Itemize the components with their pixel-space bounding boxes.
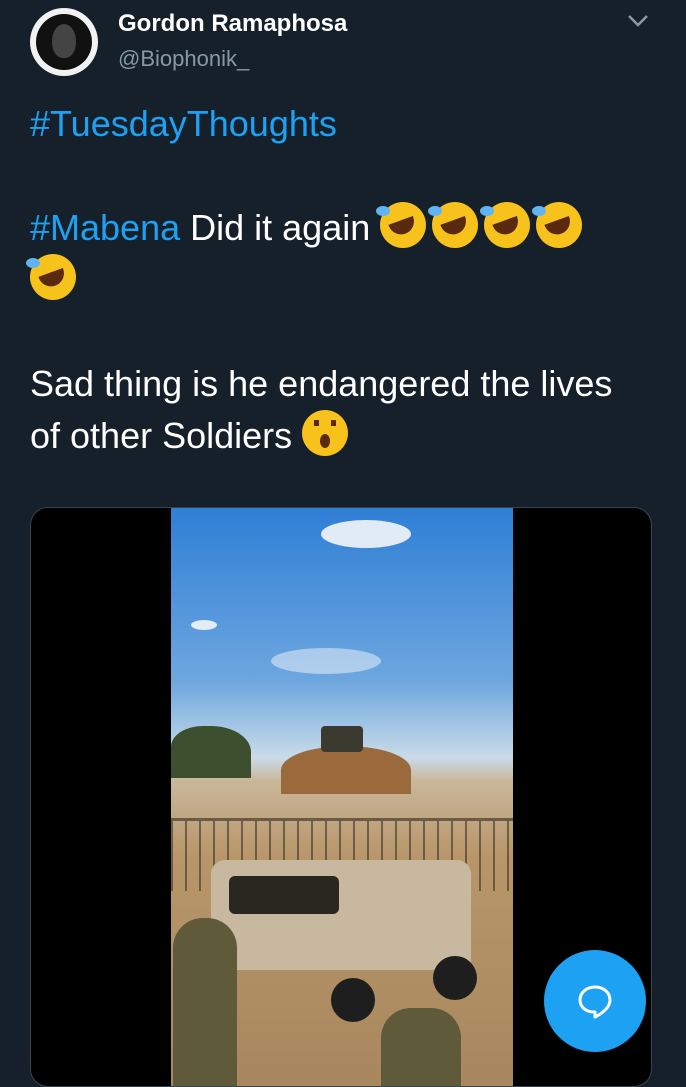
video-frame[interactable]: [171, 508, 513, 1086]
truck-wheel: [433, 956, 477, 1000]
hushed-face-emoji-icon: [302, 410, 349, 456]
laughing-emoji-icon: [376, 202, 427, 248]
tweet-header: Gordon Ramaphosa @Biophonik_: [0, 0, 686, 90]
hashtag-mabena[interactable]: #Mabena: [30, 207, 180, 248]
tweet-text-line2: Did it again: [180, 207, 381, 248]
soldier: [173, 918, 237, 1086]
chevron-down-icon[interactable]: [626, 12, 650, 30]
reply-button[interactable]: [544, 950, 646, 1052]
avatar-face: [52, 24, 76, 58]
laughing-emoji-icon: [26, 254, 76, 300]
truck-wheel: [331, 978, 375, 1022]
cloud: [321, 520, 411, 548]
user-handle[interactable]: @Biophonik_: [118, 46, 249, 72]
tweet-body: #TuesdayThoughts #Mabena Did it again Sa…: [26, 98, 650, 462]
armoured-vehicle: [321, 726, 363, 752]
reply-icon: [578, 985, 612, 1019]
cloud: [271, 648, 381, 674]
cloud: [191, 620, 217, 630]
display-name[interactable]: Gordon Ramaphosa: [118, 10, 347, 38]
laughing-emoji-icon: [480, 202, 531, 248]
bush: [171, 726, 251, 778]
laughing-emoji-icon: [532, 202, 583, 248]
truck-window: [229, 876, 339, 914]
soldier: [381, 1008, 461, 1086]
avatar[interactable]: [30, 8, 98, 76]
hashtag-tuesdaythoughts[interactable]: #TuesdayThoughts: [30, 103, 337, 144]
laughing-emoji-icon: [428, 202, 479, 248]
dirt-mound: [281, 746, 411, 794]
